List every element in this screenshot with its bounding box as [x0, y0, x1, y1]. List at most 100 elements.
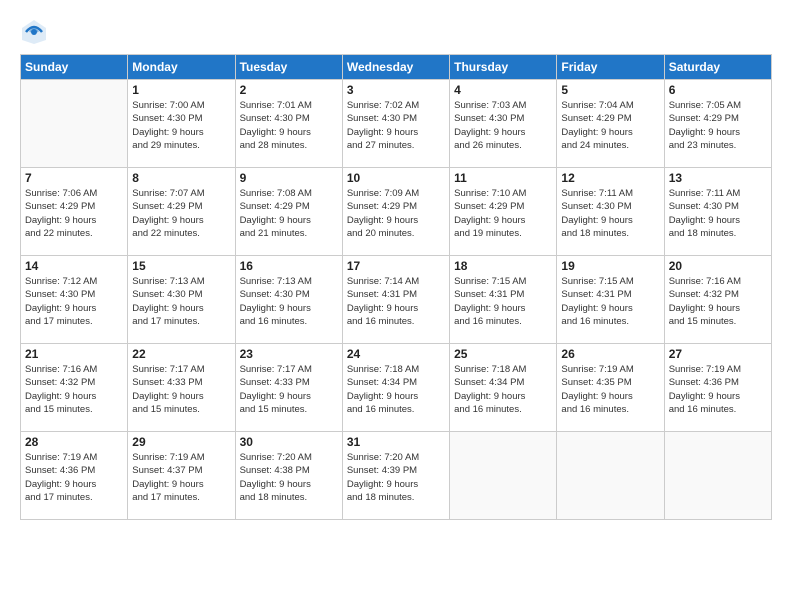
calendar-cell: 2 Sunrise: 7:01 AM Sunset: 4:30 PM Daylig… [235, 80, 342, 168]
day-number: 18 [454, 259, 552, 273]
day-info: Sunrise: 7:12 AM Sunset: 4:30 PM Dayligh… [25, 275, 123, 328]
day-info: Sunrise: 7:18 AM Sunset: 4:34 PM Dayligh… [454, 363, 552, 416]
calendar-header-sunday: Sunday [21, 55, 128, 80]
day-info: Sunrise: 7:15 AM Sunset: 4:31 PM Dayligh… [454, 275, 552, 328]
day-number: 20 [669, 259, 767, 273]
calendar-cell: 26 Sunrise: 7:19 AM Sunset: 4:35 PM Dayli… [557, 344, 664, 432]
day-number: 2 [240, 83, 338, 97]
calendar-cell: 1 Sunrise: 7:00 AM Sunset: 4:30 PM Daylig… [128, 80, 235, 168]
day-number: 29 [132, 435, 230, 449]
calendar-week-3: 21 Sunrise: 7:16 AM Sunset: 4:32 PM Dayli… [21, 344, 772, 432]
day-info: Sunrise: 7:03 AM Sunset: 4:30 PM Dayligh… [454, 99, 552, 152]
calendar-cell: 6Sunrise: 7:05 AM Sunset: 4:29 PM Daylig… [664, 80, 771, 168]
calendar-week-1: 7 Sunrise: 7:06 AM Sunset: 4:29 PM Daylig… [21, 168, 772, 256]
day-number: 25 [454, 347, 552, 361]
calendar: SundayMondayTuesdayWednesdayThursdayFrid… [20, 54, 772, 520]
day-info: Sunrise: 7:07 AM Sunset: 4:29 PM Dayligh… [132, 187, 230, 240]
day-info: Sunrise: 7:13 AM Sunset: 4:30 PM Dayligh… [240, 275, 338, 328]
day-number: 19 [561, 259, 659, 273]
day-number: 16 [240, 259, 338, 273]
day-info: Sunrise: 7:11 AM Sunset: 4:30 PM Dayligh… [669, 187, 767, 240]
calendar-cell [450, 432, 557, 520]
day-info: Sunrise: 7:19 AM Sunset: 4:35 PM Dayligh… [561, 363, 659, 416]
calendar-cell: 23 Sunrise: 7:17 AM Sunset: 4:33 PM Dayli… [235, 344, 342, 432]
day-info: Sunrise: 7:18 AM Sunset: 4:34 PM Dayligh… [347, 363, 445, 416]
calendar-cell: 19 Sunrise: 7:15 AM Sunset: 4:31 PM Dayli… [557, 256, 664, 344]
day-number: 22 [132, 347, 230, 361]
day-number: 13 [669, 171, 767, 185]
day-info: Sunrise: 7:14 AM Sunset: 4:31 PM Dayligh… [347, 275, 445, 328]
day-info: Sunrise: 7:02 AM Sunset: 4:30 PM Dayligh… [347, 99, 445, 152]
day-info: Sunrise: 7:11 AM Sunset: 4:30 PM Dayligh… [561, 187, 659, 240]
day-info: Sunrise: 7:09 AM Sunset: 4:29 PM Dayligh… [347, 187, 445, 240]
day-info: Sunrise: 7:10 AM Sunset: 4:29 PM Dayligh… [454, 187, 552, 240]
day-number: 3 [347, 83, 445, 97]
day-number: 10 [347, 171, 445, 185]
calendar-cell: 27 Sunrise: 7:19 AM Sunset: 4:36 PM Dayli… [664, 344, 771, 432]
day-info: Sunrise: 7:04 AM Sunset: 4:29 PM Dayligh… [561, 99, 659, 152]
day-number: 4 [454, 83, 552, 97]
calendar-cell: 10 Sunrise: 7:09 AM Sunset: 4:29 PM Dayli… [342, 168, 449, 256]
day-number: 27 [669, 347, 767, 361]
day-info: Sunrise: 7:17 AM Sunset: 4:33 PM Dayligh… [240, 363, 338, 416]
logo [20, 18, 51, 46]
calendar-header-thursday: Thursday [450, 55, 557, 80]
calendar-header-row: SundayMondayTuesdayWednesdayThursdayFrid… [21, 55, 772, 80]
day-number: 15 [132, 259, 230, 273]
calendar-header-friday: Friday [557, 55, 664, 80]
page: SundayMondayTuesdayWednesdayThursdayFrid… [0, 0, 792, 612]
calendar-cell: 8Sunrise: 7:07 AM Sunset: 4:29 PM Daylig… [128, 168, 235, 256]
calendar-cell [557, 432, 664, 520]
calendar-cell: 17 Sunrise: 7:14 AM Sunset: 4:31 PM Dayli… [342, 256, 449, 344]
calendar-header-monday: Monday [128, 55, 235, 80]
day-number: 17 [347, 259, 445, 273]
day-info: Sunrise: 7:00 AM Sunset: 4:30 PM Dayligh… [132, 99, 230, 152]
day-number: 31 [347, 435, 445, 449]
day-number: 24 [347, 347, 445, 361]
calendar-cell: 13 Sunrise: 7:11 AM Sunset: 4:30 PM Dayli… [664, 168, 771, 256]
day-number: 14 [25, 259, 123, 273]
calendar-cell: 21 Sunrise: 7:16 AM Sunset: 4:32 PM Dayli… [21, 344, 128, 432]
day-number: 26 [561, 347, 659, 361]
calendar-week-4: 28Sunrise: 7:19 AM Sunset: 4:36 PM Dayli… [21, 432, 772, 520]
calendar-cell: 3 Sunrise: 7:02 AM Sunset: 4:30 PM Daylig… [342, 80, 449, 168]
day-info: Sunrise: 7:20 AM Sunset: 4:39 PM Dayligh… [347, 451, 445, 504]
day-number: 1 [132, 83, 230, 97]
calendar-header-wednesday: Wednesday [342, 55, 449, 80]
day-info: Sunrise: 7:16 AM Sunset: 4:32 PM Dayligh… [25, 363, 123, 416]
logo-icon [20, 18, 48, 46]
day-number: 11 [454, 171, 552, 185]
day-info: Sunrise: 7:05 AM Sunset: 4:29 PM Dayligh… [669, 99, 767, 152]
calendar-cell: 4 Sunrise: 7:03 AM Sunset: 4:30 PM Daylig… [450, 80, 557, 168]
day-info: Sunrise: 7:17 AM Sunset: 4:33 PM Dayligh… [132, 363, 230, 416]
day-number: 21 [25, 347, 123, 361]
day-number: 9 [240, 171, 338, 185]
calendar-cell: 9 Sunrise: 7:08 AM Sunset: 4:29 PM Daylig… [235, 168, 342, 256]
day-info: Sunrise: 7:19 AM Sunset: 4:37 PM Dayligh… [132, 451, 230, 504]
calendar-week-0: 1 Sunrise: 7:00 AM Sunset: 4:30 PM Daylig… [21, 80, 772, 168]
calendar-week-2: 14 Sunrise: 7:12 AM Sunset: 4:30 PM Dayli… [21, 256, 772, 344]
day-info: Sunrise: 7:19 AM Sunset: 4:36 PM Dayligh… [669, 363, 767, 416]
calendar-cell [664, 432, 771, 520]
day-number: 23 [240, 347, 338, 361]
calendar-cell [21, 80, 128, 168]
calendar-cell: 7 Sunrise: 7:06 AM Sunset: 4:29 PM Daylig… [21, 168, 128, 256]
calendar-header-tuesday: Tuesday [235, 55, 342, 80]
day-number: 7 [25, 171, 123, 185]
day-number: 28 [25, 435, 123, 449]
calendar-cell: 16 Sunrise: 7:13 AM Sunset: 4:30 PM Dayli… [235, 256, 342, 344]
day-info: Sunrise: 7:08 AM Sunset: 4:29 PM Dayligh… [240, 187, 338, 240]
calendar-cell: 24 Sunrise: 7:18 AM Sunset: 4:34 PM Dayli… [342, 344, 449, 432]
calendar-cell: 15 Sunrise: 7:13 AM Sunset: 4:30 PM Dayli… [128, 256, 235, 344]
day-info: Sunrise: 7:13 AM Sunset: 4:30 PM Dayligh… [132, 275, 230, 328]
day-info: Sunrise: 7:15 AM Sunset: 4:31 PM Dayligh… [561, 275, 659, 328]
calendar-cell: 18 Sunrise: 7:15 AM Sunset: 4:31 PM Dayli… [450, 256, 557, 344]
day-info: Sunrise: 7:01 AM Sunset: 4:30 PM Dayligh… [240, 99, 338, 152]
calendar-header-saturday: Saturday [664, 55, 771, 80]
day-info: Sunrise: 7:20 AM Sunset: 4:38 PM Dayligh… [240, 451, 338, 504]
header [20, 18, 772, 46]
calendar-cell: 12Sunrise: 7:11 AM Sunset: 4:30 PM Dayli… [557, 168, 664, 256]
day-info: Sunrise: 7:06 AM Sunset: 4:29 PM Dayligh… [25, 187, 123, 240]
calendar-cell: 28Sunrise: 7:19 AM Sunset: 4:36 PM Dayli… [21, 432, 128, 520]
calendar-cell: 30Sunrise: 7:20 AM Sunset: 4:38 PM Dayli… [235, 432, 342, 520]
